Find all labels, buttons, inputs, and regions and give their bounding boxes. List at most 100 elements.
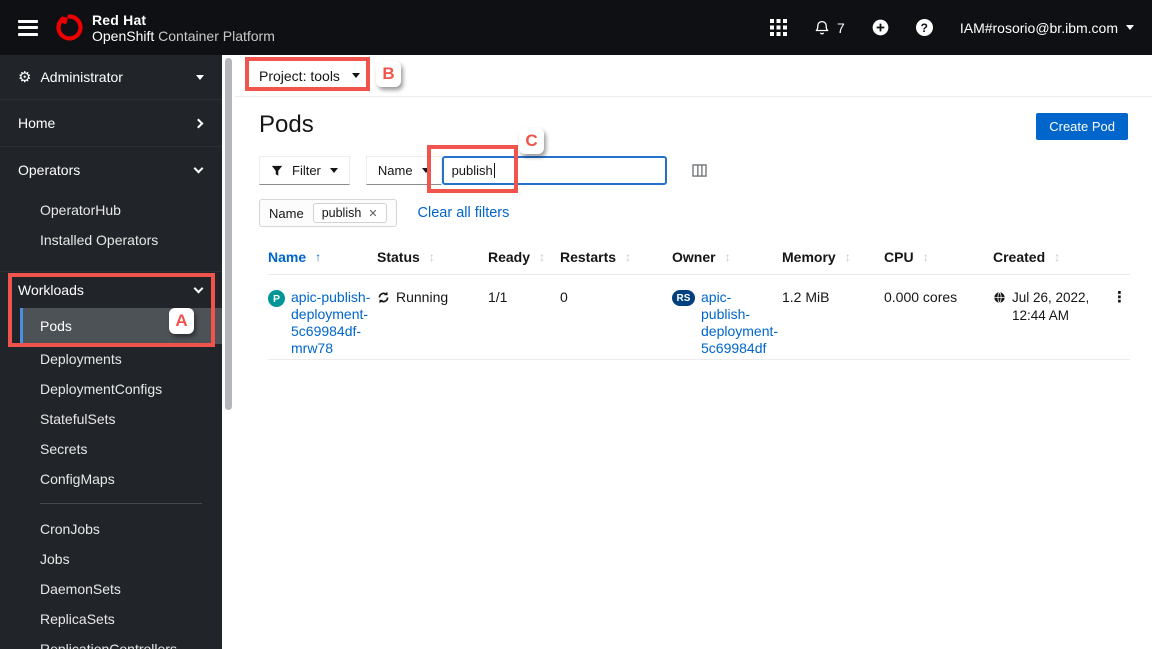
sidebar-item-label: Home bbox=[18, 115, 56, 131]
redhat-logo-icon bbox=[56, 14, 83, 41]
sort-icon[interactable]: ↕ bbox=[725, 250, 731, 264]
caret-down-icon bbox=[351, 73, 360, 78]
columns-icon bbox=[691, 164, 707, 177]
pod-memory-cell: 1.2 MiB bbox=[782, 289, 830, 305]
caret-down-icon bbox=[196, 74, 204, 80]
user-name: IAM#rosorio@br.ibm.com bbox=[959, 19, 1118, 36]
pod-created-cell: Jul 26, 2022, 12:44 AM bbox=[993, 289, 1106, 357]
filter-dropdown-label: Filter bbox=[292, 163, 321, 178]
sort-icon[interactable]: ↕ bbox=[625, 250, 631, 264]
chevron-right-icon bbox=[193, 118, 204, 128]
column-header-name[interactable]: Name ↑ bbox=[268, 249, 377, 265]
filter-attribute-dropdown[interactable]: Name bbox=[365, 156, 442, 185]
sidebar-item-jobs[interactable]: Jobs bbox=[0, 544, 222, 574]
project-selector-label: Project: tools bbox=[259, 67, 340, 84]
replicaset-badge: RS bbox=[672, 290, 695, 306]
pod-status-cell: Running bbox=[377, 289, 488, 357]
globe-timestamp-icon bbox=[994, 291, 1005, 304]
perspective-label: Administrator bbox=[40, 69, 123, 85]
sidebar-scroll-track[interactable] bbox=[222, 55, 235, 649]
created-time: 12:44 AM bbox=[1012, 308, 1070, 323]
column-header-cpu[interactable]: CPU ↕ bbox=[884, 249, 993, 265]
user-menu[interactable]: IAM#rosorio@br.ibm.com bbox=[960, 20, 1134, 36]
column-header-memory[interactable]: Memory ↕ bbox=[782, 249, 884, 265]
main-content: Project: tools Pods Create Pod Filter Na… bbox=[235, 55, 1152, 649]
brand-line2-suffix: Container Platform bbox=[154, 27, 275, 44]
sidebar-item-deployments[interactable]: Deployments bbox=[0, 344, 222, 374]
name-search-input[interactable]: publish bbox=[441, 156, 667, 185]
app-launcher-icon[interactable] bbox=[770, 19, 788, 36]
sidebar-item-replicationcontrollers[interactable]: ReplicationControllers bbox=[0, 634, 222, 649]
column-header-created[interactable]: Created ↕ bbox=[993, 249, 1106, 265]
sidebar-item-daemonsets[interactable]: DaemonSets bbox=[0, 574, 222, 604]
project-selector[interactable]: Project: tools bbox=[259, 68, 360, 84]
owner-link[interactable]: apic-publish-deployment-5c69984df bbox=[701, 289, 778, 357]
nav-divider bbox=[40, 503, 202, 504]
brand-line1: Red Hat bbox=[92, 11, 147, 28]
create-pod-button[interactable]: Create Pod bbox=[1036, 113, 1128, 140]
column-management-button[interactable] bbox=[691, 164, 707, 177]
column-header-ready[interactable]: Ready ↕ bbox=[488, 249, 560, 265]
import-yaml-button[interactable] bbox=[872, 19, 889, 36]
sidebar-item-installed-operators[interactable]: Installed Operators bbox=[0, 225, 222, 255]
chip-value: publish bbox=[321, 206, 362, 220]
chevron-down-icon bbox=[193, 283, 204, 294]
cogs-icon: ⚙ bbox=[18, 69, 32, 86]
sidebar-item-label: Operators bbox=[18, 162, 81, 178]
sidebar-item-pods[interactable]: Pods bbox=[20, 308, 222, 344]
column-header-restarts[interactable]: Restarts ↕ bbox=[560, 249, 672, 265]
pod-badge: P bbox=[268, 290, 285, 307]
filter-dropdown[interactable]: Filter bbox=[259, 156, 350, 185]
pod-name-link[interactable]: apic-publish-deployment-5c69984df-mrw78 bbox=[291, 289, 371, 357]
row-kebab-menu[interactable]: ⋮ bbox=[1106, 289, 1133, 357]
filter-attribute-label: Name bbox=[377, 163, 413, 178]
pod-ready-cell: 1/1 bbox=[488, 289, 508, 305]
sidebar-item-operators[interactable]: Operators bbox=[0, 147, 222, 193]
caret-down-icon bbox=[329, 168, 338, 173]
filter-toolbar: Filter Name publish bbox=[259, 156, 1152, 185]
sidebar-item-cronjobs[interactable]: CronJobs bbox=[0, 514, 222, 544]
sidebar-item-configmaps[interactable]: ConfigMaps bbox=[0, 464, 222, 494]
chip-close-icon[interactable]: ✕ bbox=[368, 207, 377, 220]
text-cursor bbox=[493, 163, 495, 178]
sidebar-item-workloads[interactable]: Workloads bbox=[0, 272, 222, 308]
clear-all-filters-link[interactable]: Clear all filters bbox=[418, 205, 510, 221]
sidebar-nav: ⚙ Administrator Home Operators OperatorH… bbox=[0, 55, 222, 649]
notification-count: 7 bbox=[837, 19, 845, 36]
sort-icon[interactable]: ↕ bbox=[539, 250, 545, 264]
sort-icon[interactable]: ↕ bbox=[1054, 250, 1060, 264]
sidebar-item-secrets[interactable]: Secrets bbox=[0, 434, 222, 464]
sidebar-item-replicasets[interactable]: ReplicaSets bbox=[0, 604, 222, 634]
sidebar-item-home[interactable]: Home bbox=[0, 100, 222, 146]
sidebar-item-deploymentconfigs[interactable]: DeploymentConfigs bbox=[0, 374, 222, 404]
bell-icon bbox=[815, 20, 829, 34]
notifications-button[interactable]: 7 bbox=[814, 20, 845, 36]
created-date: Jul 26, 2022, bbox=[1012, 290, 1090, 305]
perspective-switcher[interactable]: ⚙ Administrator bbox=[0, 55, 222, 100]
pod-name-cell: P apic-publish-deployment-5c69984df-mrw7… bbox=[268, 289, 377, 357]
sidebar-item-statefulsets[interactable]: StatefulSets bbox=[0, 404, 222, 434]
page-title: Pods bbox=[259, 111, 314, 138]
sort-icon[interactable]: ↕ bbox=[923, 250, 929, 264]
chevron-down-icon bbox=[193, 163, 204, 174]
sync-running-icon bbox=[378, 291, 389, 304]
chip-group-label: Name bbox=[269, 205, 304, 221]
column-header-owner[interactable]: Owner ↕ bbox=[672, 249, 782, 265]
filter-funnel-icon bbox=[271, 165, 283, 176]
nav-toggle-icon[interactable] bbox=[16, 19, 40, 37]
filter-chip-group: Name publish ✕ bbox=[259, 199, 397, 227]
sort-icon[interactable]: ↕ bbox=[429, 250, 435, 264]
pod-cpu-cell: 0.000 cores bbox=[884, 289, 958, 305]
sort-asc-icon[interactable]: ↑ bbox=[315, 250, 321, 264]
help-icon[interactable]: ? bbox=[915, 19, 933, 36]
openshift-console: Red Hat OpenShift Container Platform 7 ?… bbox=[0, 0, 1152, 649]
search-input-value: publish bbox=[451, 163, 493, 178]
sort-icon[interactable]: ↕ bbox=[845, 250, 851, 264]
table-header-row: Name ↑ Status ↕ Ready ↕ Restarts ↕ Owner bbox=[268, 249, 1130, 275]
pod-restarts-cell: 0 bbox=[560, 289, 568, 305]
sidebar-item-operatorhub[interactable]: OperatorHub bbox=[0, 195, 222, 225]
sidebar-scrollbar[interactable] bbox=[225, 58, 232, 410]
pod-status-text: Running bbox=[396, 289, 449, 305]
column-header-status[interactable]: Status ↕ bbox=[377, 249, 488, 265]
table-row: P apic-publish-deployment-5c69984df-mrw7… bbox=[268, 275, 1130, 360]
